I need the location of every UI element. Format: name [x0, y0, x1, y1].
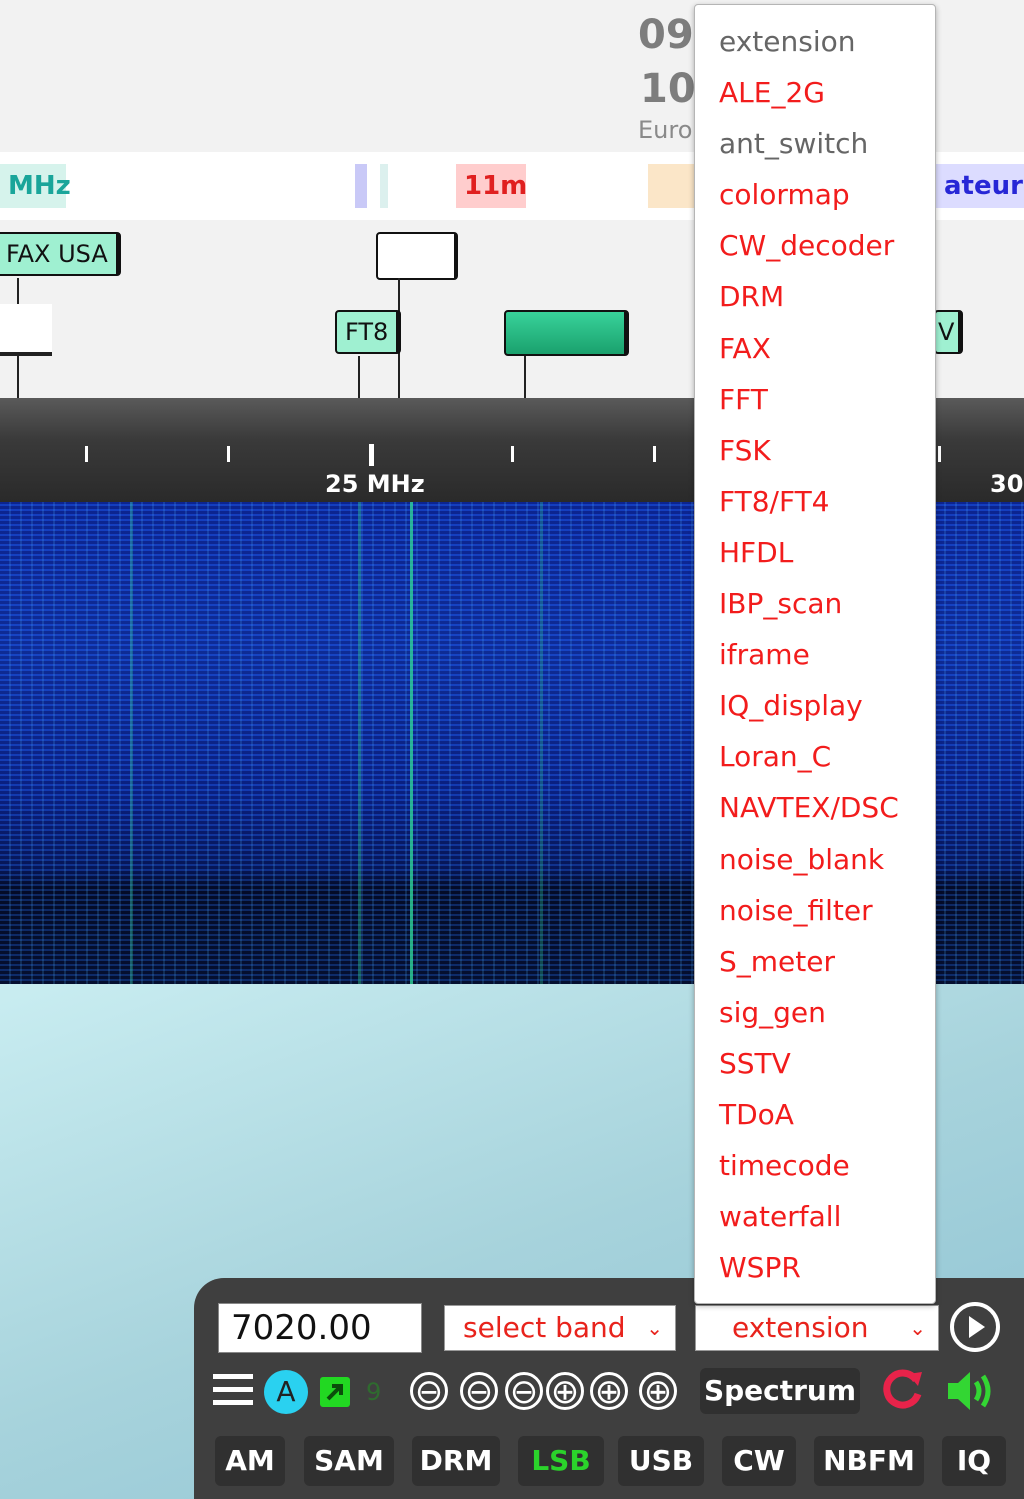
band-marker[interactable]	[380, 164, 388, 208]
hamburger-icon[interactable]	[213, 1374, 253, 1408]
dropdown-item-loran-c[interactable]: Loran_C	[719, 740, 831, 773]
band-marker[interactable]	[355, 164, 367, 208]
station-label-ft8[interactable]: FT8	[335, 310, 402, 354]
frequency-input[interactable]	[218, 1303, 422, 1353]
station-label-blank[interactable]	[0, 304, 52, 356]
station-line	[358, 356, 360, 398]
waterfall-signal-line	[410, 502, 413, 984]
zoom-in-button[interactable]: ⊕	[590, 1372, 628, 1410]
small-number: 9	[366, 1378, 382, 1406]
clock-line-1: 09	[638, 12, 694, 58]
dropdown-item-noise-blank[interactable]: noise_blank	[719, 843, 884, 876]
station-label-v[interactable]: V	[934, 310, 964, 354]
zoom-in-small-button[interactable]: ⊕	[546, 1372, 584, 1410]
dropdown-item-sstv[interactable]: SSTV	[719, 1047, 791, 1080]
play-circle-icon[interactable]	[950, 1302, 1000, 1352]
extension-dropdown-list: extension ALE_2G ant_switch colormap CW_dec…	[694, 4, 936, 1304]
dropdown-item-fax[interactable]: FAX	[719, 332, 771, 365]
waterfall-signal-line	[358, 502, 361, 984]
mode-iq-button[interactable]: IQ	[942, 1436, 1006, 1486]
dropdown-item-iq-display[interactable]: IQ_display	[719, 689, 863, 722]
zoom-in-max-button[interactable]: ⊕	[639, 1372, 677, 1410]
dropdown-item-ft8-ft4[interactable]: FT8/FT4	[719, 485, 830, 518]
dropdown-item-noise-filter[interactable]: noise_filter	[719, 894, 873, 927]
mode-am-button[interactable]: AM	[215, 1436, 285, 1486]
scale-tick	[227, 446, 230, 462]
chevron-down-icon: ⌄	[909, 1316, 926, 1340]
scale-tick-major	[369, 444, 374, 466]
dropdown-item-ant-switch[interactable]: ant_switch	[719, 127, 868, 160]
dropdown-item-iframe[interactable]: iframe	[719, 638, 810, 671]
dropdown-item-waterfall[interactable]: waterfall	[719, 1200, 841, 1233]
dropdown-item-fft[interactable]: FFT	[719, 383, 768, 416]
scale-label-25mhz: 25 MHz	[325, 470, 425, 498]
dropdown-item-cw-decoder[interactable]: CW_decoder	[719, 229, 894, 262]
dropdown-item-wspr[interactable]: WSPR	[719, 1251, 801, 1284]
spectrum-button[interactable]: Spectrum	[700, 1368, 860, 1414]
band-11m[interactable]: 11m	[456, 164, 527, 208]
waterfall-signal-line	[130, 502, 133, 984]
dropdown-item-tdoa[interactable]: TDoA	[719, 1098, 794, 1131]
dropdown-item-drm[interactable]: DRM	[719, 280, 784, 313]
dropdown-item-sig-gen[interactable]: sig_gen	[719, 996, 826, 1029]
dropdown-item-s-meter[interactable]: S_meter	[719, 945, 835, 978]
scale-tick	[85, 446, 88, 462]
mode-lsb-button[interactable]: LSB	[518, 1436, 604, 1486]
clock-line-2: 10	[640, 66, 696, 112]
dropdown-item-navtex-dsc[interactable]: NAVTEX/DSC	[719, 791, 899, 824]
refresh-icon[interactable]	[878, 1366, 926, 1414]
band-amateur[interactable]: ateur	[936, 164, 1024, 208]
a-badge[interactable]: A	[264, 1370, 308, 1414]
band-mhz[interactable]: MHz	[0, 164, 71, 208]
dropdown-item-colormap[interactable]: colormap	[719, 178, 850, 211]
extension-select[interactable]: extension ⌄	[695, 1305, 939, 1351]
band-marker[interactable]	[648, 164, 694, 208]
mode-usb-button[interactable]: USB	[618, 1436, 704, 1486]
band-select[interactable]: select band ⌄	[444, 1305, 676, 1351]
scale-label-30: 30	[990, 470, 1024, 498]
dropdown-item-ale-2g[interactable]: ALE_2G	[719, 76, 825, 109]
dropdown-header[interactable]: extension	[719, 25, 856, 58]
mode-drm-button[interactable]: DRM	[412, 1436, 500, 1486]
region-label: Euro	[638, 116, 693, 144]
mode-sam-button[interactable]: SAM	[304, 1436, 394, 1486]
dropdown-item-timecode[interactable]: timecode	[719, 1149, 850, 1182]
extension-select-label: extension	[732, 1311, 869, 1344]
chevron-down-icon: ⌄	[646, 1316, 663, 1340]
scale-tick	[511, 446, 514, 462]
zoom-out-max-button[interactable]: ⊖	[410, 1372, 448, 1410]
dropdown-item-fsk[interactable]: FSK	[719, 434, 771, 467]
station-label-fax-usa[interactable]: FAX USA	[0, 232, 121, 276]
station-label-blank[interactable]	[376, 232, 458, 280]
zoom-out-button[interactable]: ⊖	[460, 1372, 498, 1410]
scale-tick	[938, 446, 941, 462]
dropdown-item-ibp-scan[interactable]: IBP_scan	[719, 587, 842, 620]
dropdown-item-hfdl[interactable]: HFDL	[719, 536, 793, 569]
speaker-icon[interactable]	[944, 1366, 1000, 1416]
zoom-out-small-button[interactable]: ⊖	[505, 1372, 543, 1410]
mode-nbfm-button[interactable]: NBFM	[814, 1436, 924, 1486]
band-select-label: select band	[463, 1311, 626, 1344]
station-line	[524, 356, 526, 398]
scale-tick	[653, 446, 656, 462]
waterfall-signal-line	[540, 502, 543, 984]
station-label-highlight[interactable]	[504, 310, 629, 356]
popout-icon[interactable]	[320, 1377, 350, 1407]
mode-cw-button[interactable]: CW	[722, 1436, 796, 1486]
